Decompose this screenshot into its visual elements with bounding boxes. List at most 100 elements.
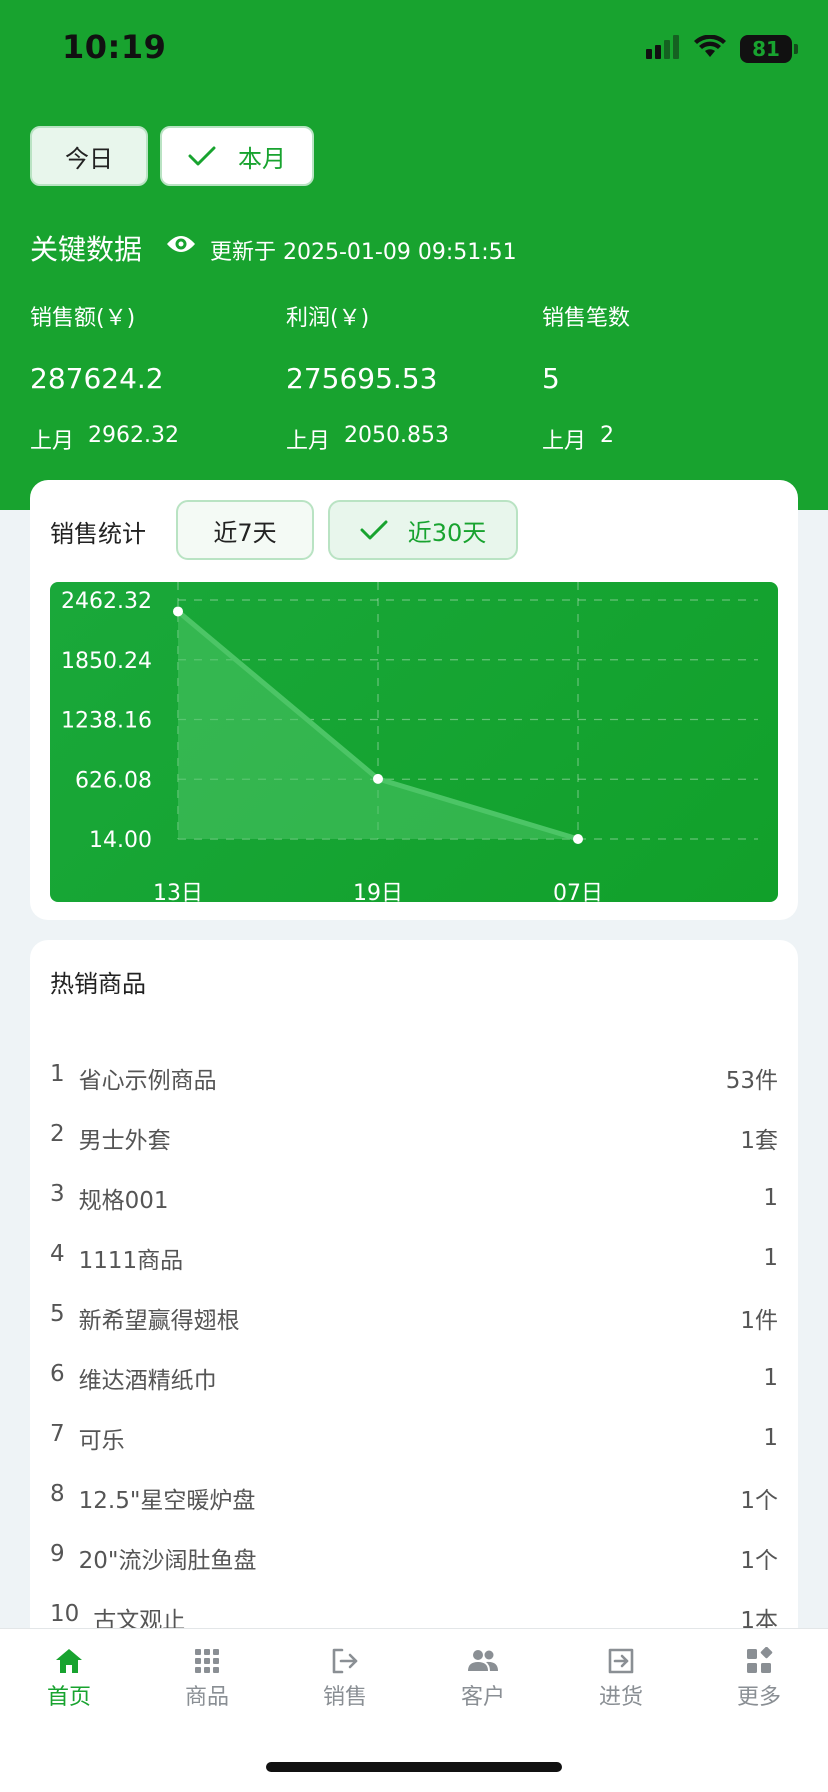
- hot-products-list: 1 省心示例商品 53件 2 男士外套 1套 3 规格001 1 4 1111商品 1 5 新希望赢得翅根…: [50, 1048, 778, 1648]
- range-30-label: 近30天: [407, 518, 487, 547]
- key-data-title: 关键数据: [30, 233, 143, 266]
- metric-label: 利润(￥): [286, 306, 370, 331]
- hot-product-rank: 6: [50, 1361, 65, 1387]
- hot-product-rank: 1: [50, 1061, 65, 1087]
- hot-product-row[interactable]: 3 规格001 1: [50, 1168, 778, 1228]
- range-7-label: 近7天: [213, 518, 277, 547]
- hot-product-info: 3 规格001: [50, 1181, 169, 1215]
- hot-product-name: 12.5"星空暖炉盘: [78, 1488, 256, 1514]
- hot-product-name: 1111商品: [78, 1248, 184, 1274]
- hot-product-row[interactable]: 9 20"流沙阔肚鱼盘 1个: [50, 1528, 778, 1588]
- period-month-label: 本月: [238, 144, 286, 173]
- hot-product-row[interactable]: 6 维达酒精纸巾 1: [50, 1348, 778, 1408]
- hot-product-row[interactable]: 7 可乐 1: [50, 1408, 778, 1468]
- hot-product-qty: 1: [763, 1245, 778, 1271]
- prev-value: 2: [600, 423, 615, 448]
- y-tick-label: 626.08: [75, 768, 152, 793]
- hot-product-info: 7 可乐: [50, 1421, 125, 1455]
- range-30-days-button[interactable]: 近30天: [328, 500, 518, 560]
- tab-purchase[interactable]: 进货: [552, 1647, 690, 1711]
- tab-more[interactable]: 更多: [690, 1647, 828, 1711]
- hot-product-row[interactable]: 2 男士外套 1套: [50, 1108, 778, 1168]
- hot-product-qty: 1: [763, 1425, 778, 1451]
- tab-label: 更多: [736, 1685, 781, 1710]
- hot-product-info: 1 省心示例商品: [50, 1061, 217, 1095]
- hot-product-rank: 7: [50, 1421, 65, 1447]
- wifi-icon: [694, 34, 726, 63]
- dashboard-icon: [745, 1647, 773, 1675]
- hot-product-row[interactable]: 1 省心示例商品 53件: [50, 1048, 778, 1108]
- metric-prev: 上月 2050.853: [286, 423, 449, 455]
- tab-sales[interactable]: 销售: [276, 1647, 414, 1711]
- range-7-days-button[interactable]: 近7天: [176, 500, 314, 560]
- x-tick-label: 07日: [553, 881, 603, 902]
- hot-products-title: 热销商品: [50, 970, 146, 998]
- updated-timestamp: 更新于 2025-01-09 09:51:51: [210, 240, 517, 265]
- metric-count: 销售笔数 5 上月 2: [542, 300, 630, 455]
- sales-chart-svg: 2462.32 1850.24 1238.16 626.08 14.00 13日 19日 07…: [61, 582, 758, 902]
- battery-icon: 81: [740, 35, 798, 63]
- metric-value: 5: [542, 362, 560, 395]
- x-tick-label: 19日: [353, 881, 403, 902]
- hot-product-name: 20"流沙阔肚鱼盘: [78, 1548, 257, 1574]
- sales-chart: 2462.32 1850.24 1238.16 626.08 14.00 13日 19日 07…: [50, 582, 778, 902]
- hot-product-name: 可乐: [78, 1428, 125, 1454]
- prev-label: 上月: [30, 429, 75, 454]
- signal-icon: [646, 35, 680, 63]
- metric-prev: 上月 2: [542, 423, 630, 455]
- grid-icon: [193, 1647, 221, 1675]
- y-tick-label: 1238.16: [61, 709, 152, 734]
- metric-profit: 利润(￥) 275695.53 上月 2050.853: [286, 300, 449, 455]
- hot-product-rank: 9: [50, 1541, 65, 1567]
- metric-sales: 销售额(￥) 287624.2 上月 2962.32: [30, 300, 179, 455]
- prev-value: 2050.853: [344, 423, 449, 448]
- series-area: [178, 611, 578, 839]
- x-tick-label: 13日: [153, 881, 203, 902]
- home-indicator: [266, 1762, 562, 1772]
- hot-product-rank: 5: [50, 1301, 65, 1327]
- hot-product-name: 规格001: [78, 1188, 169, 1214]
- metric-value: 275695.53: [286, 362, 438, 395]
- metric-prev: 上月 2962.32: [30, 423, 179, 455]
- tab-products[interactable]: 商品: [138, 1647, 276, 1711]
- hot-product-rank: 3: [50, 1181, 65, 1207]
- data-point: [173, 606, 183, 617]
- hot-product-rank: 4: [50, 1241, 65, 1267]
- prev-label: 上月: [286, 429, 331, 454]
- app-screen: 10:19 81 今日 本月 关键数据 更新于 2025-01-09 09:51…: [0, 0, 828, 1792]
- hot-product-row[interactable]: 8 12.5"星空暖炉盘 1个: [50, 1468, 778, 1528]
- hot-product-qty: 53件: [725, 1068, 778, 1094]
- metric-label: 销售额(￥): [30, 306, 136, 331]
- hot-product-qty: 1套: [740, 1128, 778, 1154]
- tab-label: 进货: [598, 1685, 643, 1710]
- hot-product-name: 男士外套: [78, 1128, 171, 1154]
- eye-icon[interactable]: [166, 234, 196, 258]
- hot-product-name: 新希望赢得翅根: [78, 1308, 240, 1334]
- period-today-label: 今日: [65, 144, 113, 173]
- hot-product-row[interactable]: 5 新希望赢得翅根 1件: [50, 1288, 778, 1348]
- logout-icon: [330, 1647, 360, 1675]
- hot-product-qty: 1: [763, 1365, 778, 1391]
- y-tick-label: 1850.24: [61, 649, 152, 674]
- tab-label: 首页: [46, 1685, 91, 1710]
- prev-label: 上月: [542, 429, 587, 454]
- tab-home[interactable]: 首页: [0, 1647, 138, 1711]
- hot-product-qty: 1: [763, 1185, 778, 1211]
- hot-product-info: 9 20"流沙阔肚鱼盘: [50, 1541, 257, 1575]
- data-point: [373, 773, 383, 784]
- prev-value: 2962.32: [88, 423, 179, 448]
- period-today-button[interactable]: 今日: [30, 126, 148, 186]
- metric-value: 287624.2: [30, 362, 164, 395]
- tab-label: 销售: [322, 1685, 367, 1710]
- hot-product-qty: 1个: [740, 1488, 778, 1514]
- tab-customers[interactable]: 客户: [414, 1647, 552, 1711]
- hot-product-info: 2 男士外套: [50, 1121, 171, 1155]
- hot-product-rank: 2: [50, 1121, 65, 1147]
- period-month-button[interactable]: 本月: [160, 126, 314, 186]
- data-point: [573, 834, 583, 844]
- hot-product-name: 维达酒精纸巾: [78, 1368, 217, 1394]
- hot-product-qty: 1件: [740, 1308, 778, 1334]
- tab-label: 商品: [184, 1685, 229, 1710]
- y-tick-label: 2462.32: [61, 589, 152, 614]
- hot-product-row[interactable]: 4 1111商品 1: [50, 1228, 778, 1288]
